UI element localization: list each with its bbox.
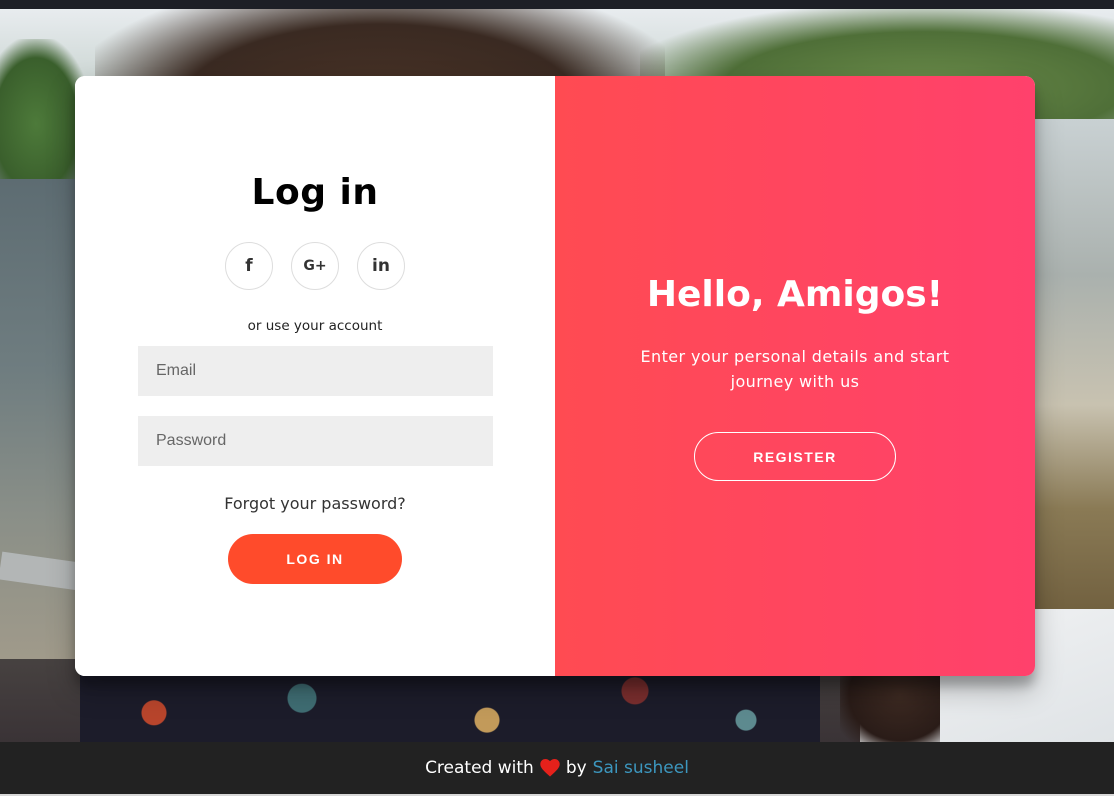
forgot-password-link[interactable]: Forgot your password? [75, 494, 555, 513]
overlay-title: Hello, Amigos! [646, 274, 944, 315]
social-login-row: f G+ in [75, 242, 555, 292]
register-button[interactable]: REGISTER [694, 432, 896, 481]
password-input[interactable] [138, 416, 493, 466]
footer-by-text: by [565, 758, 587, 778]
register-overlay-panel: Hello, Amigos! Enter your personal detai… [555, 76, 1035, 676]
top-strip [0, 0, 1114, 9]
linkedin-button[interactable]: in [357, 242, 405, 290]
facebook-icon: f [245, 255, 253, 276]
email-input[interactable] [138, 346, 493, 396]
background-structure [1034, 119, 1114, 639]
or-use-account-text: or use your account [247, 318, 383, 334]
heart-icon [540, 759, 560, 777]
google-plus-button[interactable]: G+ [291, 242, 339, 290]
login-button[interactable]: LOG IN [228, 534, 402, 584]
author-link[interactable]: Sai susheel [593, 758, 689, 778]
login-panel: Log in f G+ in or use your account Forgo… [75, 76, 555, 676]
login-title: Log in [251, 172, 379, 213]
footer-prefix-text: Created with [425, 758, 534, 778]
auth-card: Log in f G+ in or use your account Forgo… [75, 76, 1035, 676]
google-plus-icon: G+ [303, 258, 327, 274]
linkedin-icon: in [372, 255, 390, 276]
footer: Created with by Sai susheel [0, 742, 1114, 794]
background-shirt [80, 669, 820, 742]
facebook-button[interactable]: f [225, 242, 273, 290]
overlay-text: Enter your personal details and start jo… [640, 347, 950, 391]
